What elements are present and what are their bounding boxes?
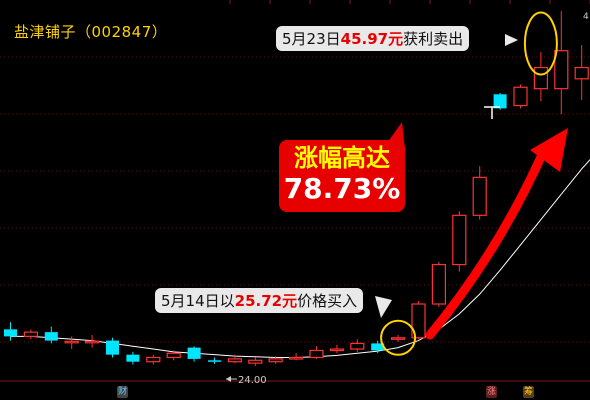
candle-body-up (472, 176, 487, 216)
buy-callout: 5月14日以25.72元价格买入 (155, 288, 364, 313)
sell-callout: 5月23日45.97元获利卖出 (276, 26, 470, 51)
rise-arrow-shaft (425, 143, 550, 340)
candle-body-up (289, 356, 304, 360)
gain-label: 涨幅高达 (294, 144, 390, 172)
rise-marker[interactable]: 涨 (486, 386, 497, 398)
candle-body-down (106, 340, 119, 355)
finance-marker[interactable]: 财 (117, 386, 128, 398)
candle-body-up (64, 340, 79, 344)
candle-body-up (533, 66, 549, 90)
candle-body-up (431, 263, 446, 305)
candle-body-up (23, 331, 38, 337)
sell-price: 45.97元 (340, 30, 404, 48)
gain-callout: 涨幅高达 78.73% (279, 140, 405, 212)
sell-text: 获利卖出 (403, 30, 464, 48)
candle-body-down (208, 360, 221, 362)
candle-body-up (452, 214, 467, 266)
candle-body-up (146, 356, 161, 363)
gain-value: 78.73% (283, 172, 401, 205)
candle-body-down (44, 332, 58, 341)
candle-body-up (513, 86, 528, 107)
candle-body-up (391, 337, 406, 340)
candle-body-up (574, 66, 589, 80)
candle-body-up (309, 349, 324, 359)
sell-callout-pointer (505, 34, 518, 46)
candle-body-up (554, 50, 569, 90)
candle-body-up (227, 358, 242, 363)
stock-title: 盐津铺子（002847） (14, 23, 168, 41)
candle-body-up (248, 359, 263, 364)
candle-body-down (4, 329, 17, 337)
sell-date: 5月23日 (282, 30, 341, 48)
low-price-label: 24.00 (238, 375, 267, 386)
chip-marker[interactable]: 筹 (523, 386, 534, 398)
candle-body-up (84, 340, 100, 344)
buy-date: 5月14日以 (161, 292, 235, 310)
buy-text: 价格买入 (297, 292, 358, 310)
candle-body-up (166, 352, 181, 359)
candle-body-up (268, 358, 283, 363)
candle-body-up (329, 348, 344, 352)
corner-label: 4 (583, 12, 589, 22)
candle-body-down (187, 347, 201, 359)
candle-body-up (350, 342, 365, 350)
buy-price: 25.72元 (234, 292, 298, 310)
buy-callout-pointer (375, 296, 392, 318)
candle-body-down (126, 354, 140, 362)
